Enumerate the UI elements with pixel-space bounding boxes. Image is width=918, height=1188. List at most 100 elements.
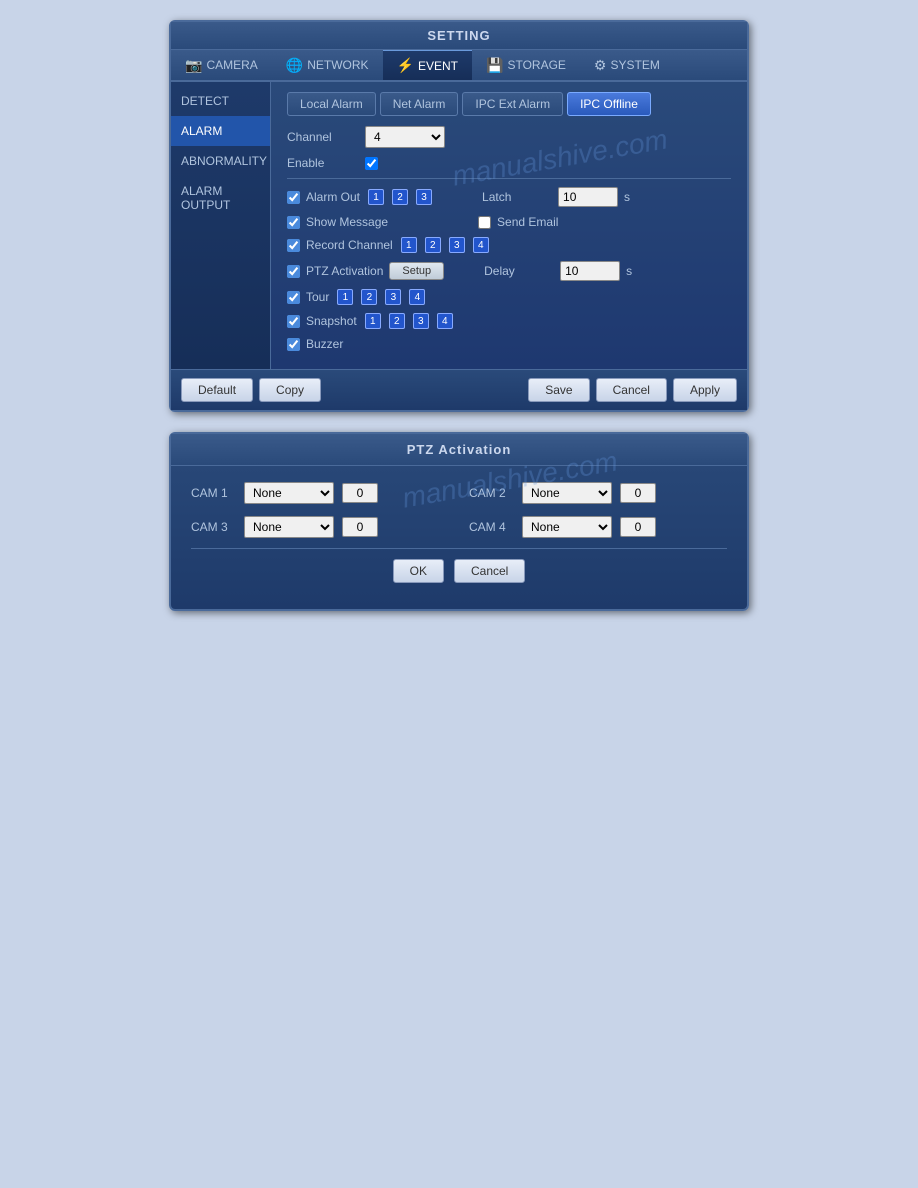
tab-net-alarm[interactable]: Net Alarm: [380, 92, 459, 116]
cam4-row: CAM 4 None Preset Tour Pattern: [469, 516, 727, 538]
cam3-select[interactable]: None Preset Tour Pattern: [244, 516, 334, 538]
cam2-value[interactable]: [620, 483, 656, 503]
copy-button[interactable]: Copy: [259, 378, 321, 402]
snapshot-num-4[interactable]: 4: [437, 313, 453, 329]
record-num-3[interactable]: 3: [449, 237, 465, 253]
alarm-out-checkbox[interactable]: [287, 191, 300, 204]
sidebar-alarm-output[interactable]: ALARM OUTPUT: [171, 176, 270, 220]
cam3-row: CAM 3 None Preset Tour Pattern: [191, 516, 449, 538]
record-channel-checkbox[interactable]: [287, 239, 300, 252]
record-num-1[interactable]: 1: [401, 237, 417, 253]
snapshot-num-1[interactable]: 1: [365, 313, 381, 329]
right-buttons: Save Cancel Apply: [528, 378, 737, 402]
cam3-value[interactable]: [342, 517, 378, 537]
cam2-row: CAM 2 None Preset Tour Pattern: [469, 482, 727, 504]
send-email-row: Send Email: [478, 215, 558, 229]
bottom-bar: Default Copy Save Cancel Apply: [171, 369, 747, 410]
alarm-out-row: Alarm Out 1 2 3: [287, 189, 432, 205]
top-nav: 📷 CAMERA 🌐 NETWORK ⚡ EVENT 💾 STORAGE ⚙ S…: [171, 50, 747, 82]
network-icon: 🌐: [286, 57, 303, 74]
cam4-label: CAM 4: [469, 520, 514, 534]
nav-storage[interactable]: 💾 STORAGE: [472, 50, 580, 80]
ptz-footer: OK Cancel: [191, 548, 727, 593]
tab-ipc-offline[interactable]: IPC Offline: [567, 92, 651, 116]
delay-input[interactable]: [560, 261, 620, 281]
apply-button[interactable]: Apply: [673, 378, 737, 402]
cam4-select[interactable]: None Preset Tour Pattern: [522, 516, 612, 538]
event-icon: ⚡: [397, 57, 414, 74]
cam2-select[interactable]: None Preset Tour Pattern: [522, 482, 612, 504]
channel-select[interactable]: 4 1 2 3: [365, 126, 445, 148]
channel-row: Channel 4 1 2 3: [287, 126, 731, 148]
tour-row: Tour 1 2 3 4: [287, 289, 731, 305]
buzzer-checkbox[interactable]: [287, 338, 300, 351]
tour-num-1[interactable]: 1: [337, 289, 353, 305]
latch-unit: s: [624, 190, 630, 204]
ptz-content: CAM 1 None Preset Tour Pattern CAM 2 Non…: [171, 466, 747, 609]
tab-local-alarm[interactable]: Local Alarm: [287, 92, 376, 116]
content-area: DETECT ALARM ABNORMALITY ALARM OUTPUT Lo…: [171, 82, 747, 369]
ptz-cancel-button[interactable]: Cancel: [454, 559, 525, 583]
tour-label: Tour: [306, 290, 329, 304]
cam3-label: CAM 3: [191, 520, 236, 534]
ptz-label: PTZ Activation: [306, 264, 383, 278]
sidebar-alarm[interactable]: ALARM: [171, 116, 270, 146]
snapshot-label: Snapshot: [306, 314, 357, 328]
cam1-row: CAM 1 None Preset Tour Pattern: [191, 482, 449, 504]
sidebar-abnormality[interactable]: ABNORMALITY: [171, 146, 270, 176]
show-message-checkbox[interactable]: [287, 216, 300, 229]
alarm-num-2[interactable]: 2: [392, 189, 408, 205]
tour-num-2[interactable]: 2: [361, 289, 377, 305]
sub-tabs: Local Alarm Net Alarm IPC Ext Alarm IPC …: [287, 92, 731, 116]
left-buttons: Default Copy: [181, 378, 321, 402]
nav-event[interactable]: ⚡ EVENT: [383, 50, 472, 80]
enable-label: Enable: [287, 156, 357, 170]
delay-label: Delay: [484, 264, 554, 278]
save-button[interactable]: Save: [528, 378, 589, 402]
tour-num-3[interactable]: 3: [385, 289, 401, 305]
ptz-activation-row: PTZ Activation Setup: [287, 262, 444, 280]
cancel-button[interactable]: Cancel: [596, 378, 667, 402]
cam4-value[interactable]: [620, 517, 656, 537]
alarm-num-1[interactable]: 1: [368, 189, 384, 205]
enable-checkbox[interactable]: [365, 157, 378, 170]
buzzer-row: Buzzer: [287, 337, 731, 351]
snapshot-checkbox[interactable]: [287, 315, 300, 328]
ptz-panel: manualshive.com PTZ Activation CAM 1 Non…: [169, 432, 749, 611]
snapshot-num-3[interactable]: 3: [413, 313, 429, 329]
latch-label: Latch: [482, 190, 552, 204]
ptz-checkbox[interactable]: [287, 265, 300, 278]
send-email-checkbox[interactable]: [478, 216, 491, 229]
snapshot-num-2[interactable]: 2: [389, 313, 405, 329]
nav-system[interactable]: ⚙ SYSTEM: [580, 50, 674, 80]
camera-icon: 📷: [185, 57, 202, 74]
setup-button[interactable]: Setup: [389, 262, 444, 280]
cam2-label: CAM 2: [469, 486, 514, 500]
nav-network[interactable]: 🌐 NETWORK: [272, 50, 383, 80]
record-num-2[interactable]: 2: [425, 237, 441, 253]
ptz-title: PTZ Activation: [171, 434, 747, 466]
channel-label: Channel: [287, 130, 357, 144]
record-num-4[interactable]: 4: [473, 237, 489, 253]
tab-ipc-ext[interactable]: IPC Ext Alarm: [462, 92, 563, 116]
default-button[interactable]: Default: [181, 378, 253, 402]
sidebar: DETECT ALARM ABNORMALITY ALARM OUTPUT: [171, 82, 271, 369]
ptz-grid: CAM 1 None Preset Tour Pattern CAM 2 Non…: [191, 482, 727, 538]
show-message-row: Show Message: [287, 215, 388, 229]
alarm-num-3[interactable]: 3: [416, 189, 432, 205]
latch-input[interactable]: [558, 187, 618, 207]
tour-num-4[interactable]: 4: [409, 289, 425, 305]
record-channel-label: Record Channel: [306, 238, 393, 252]
ptz-ok-button[interactable]: OK: [393, 559, 444, 583]
tour-checkbox[interactable]: [287, 291, 300, 304]
sidebar-detect[interactable]: DETECT: [171, 86, 270, 116]
enable-row: Enable: [287, 156, 731, 170]
send-email-label: Send Email: [497, 215, 558, 229]
storage-icon: 💾: [486, 57, 503, 74]
nav-camera[interactable]: 📷 CAMERA: [171, 50, 272, 80]
main-settings: Local Alarm Net Alarm IPC Ext Alarm IPC …: [271, 82, 747, 369]
cam1-select[interactable]: None Preset Tour Pattern: [244, 482, 334, 504]
show-message-label: Show Message: [306, 215, 388, 229]
snapshot-row: Snapshot 1 2 3 4: [287, 313, 731, 329]
cam1-value[interactable]: [342, 483, 378, 503]
